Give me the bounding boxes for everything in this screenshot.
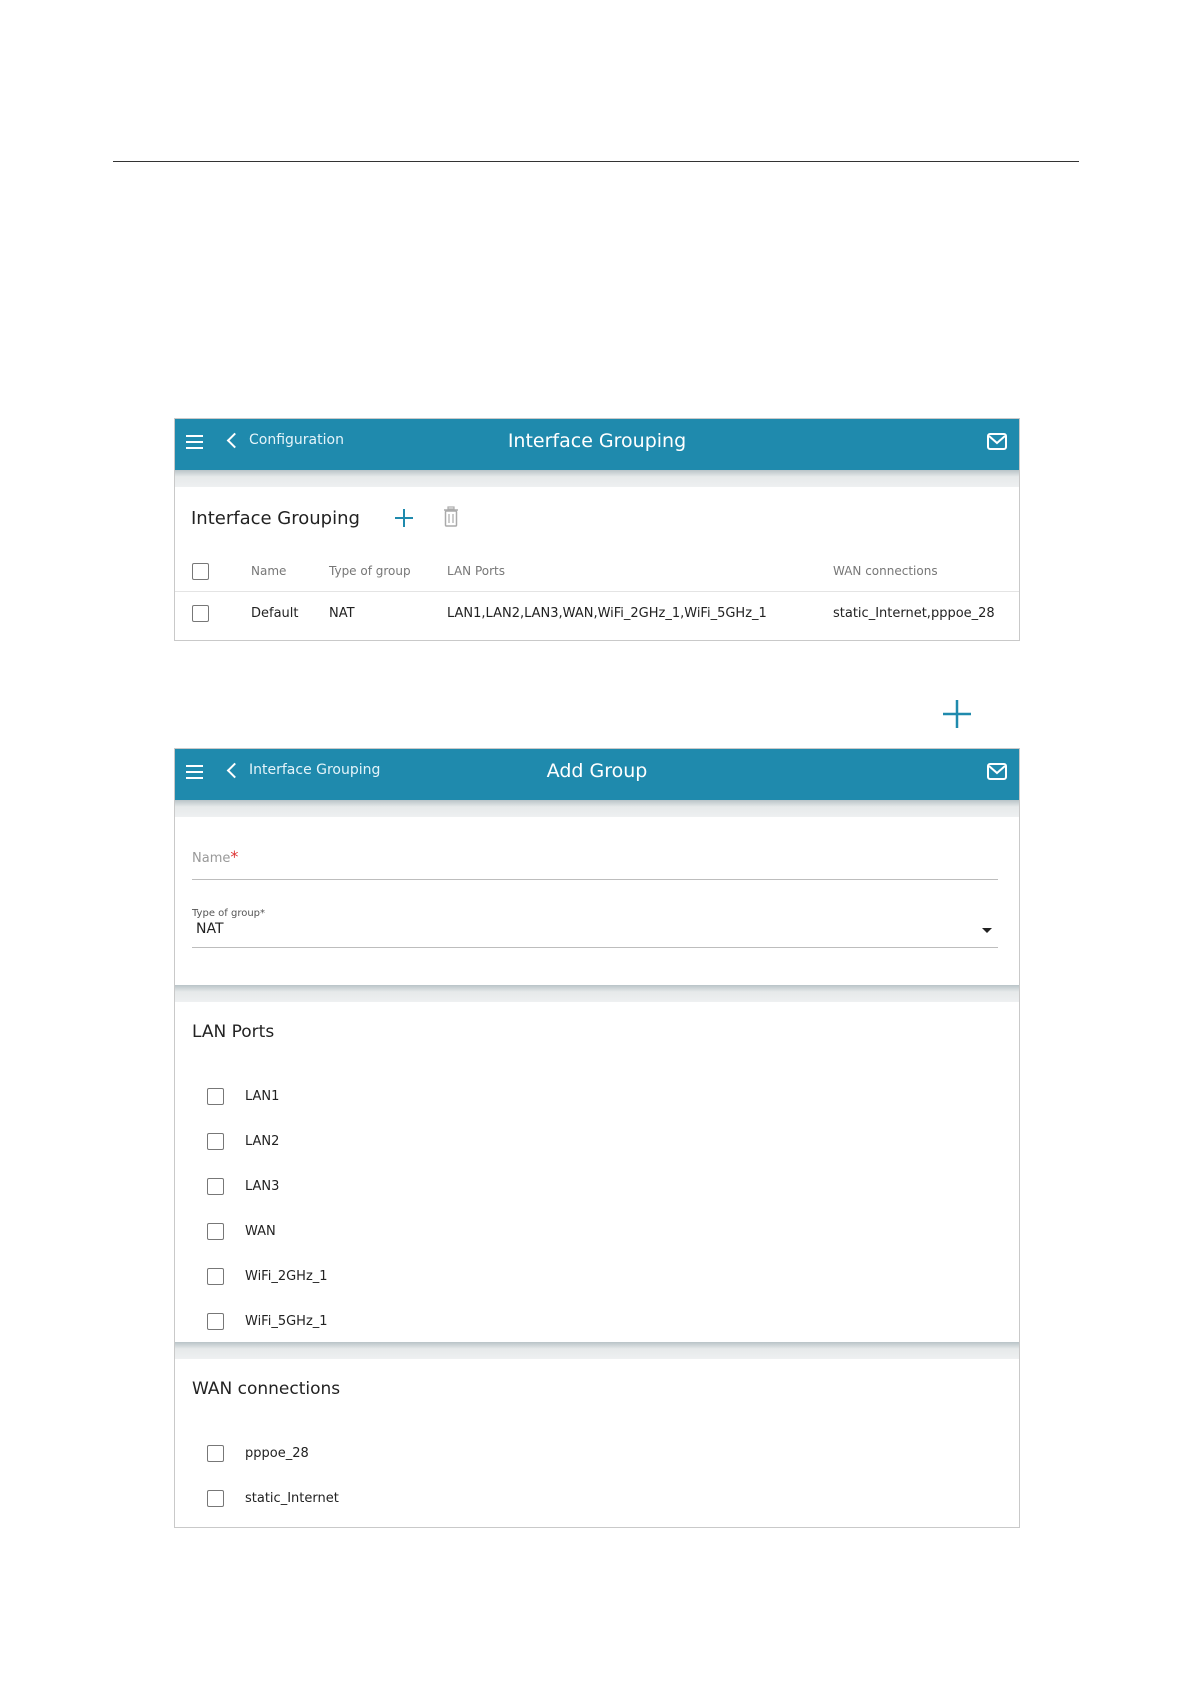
checkbox-icon[interactable] [207,1133,224,1150]
plus-icon [943,700,971,728]
wan-connection-item[interactable]: static_Internet [207,1476,339,1521]
page-divider [113,161,1079,162]
cell-name: Default [251,605,299,621]
lan-port-label: WAN [245,1224,276,1239]
mail-icon[interactable] [987,763,1007,780]
column-header-name: Name [251,551,329,592]
section-separator [175,985,1019,1002]
wan-connection-label: pppoe_28 [245,1446,309,1461]
add-group-screenshot: Interface Grouping Add Group Name* Type … [174,748,1020,1528]
required-mark: * [260,908,266,919]
cell-lan-ports: LAN1,LAN2,LAN3,WAN,WiFi_2GHz_1,WiFi_5GHz… [447,605,767,621]
wan-connection-item[interactable]: pppoe_28 [207,1431,339,1476]
cell-type: NAT [329,605,355,621]
wan-connections-section: WAN connections pppoe_28 static_Internet [175,1359,1019,1519]
lan-port-label: LAN3 [245,1179,280,1194]
top-bar: Configuration Interface Grouping [175,419,1019,470]
lan-port-item[interactable]: WAN [207,1209,328,1254]
lan-port-item[interactable]: LAN1 [207,1074,328,1119]
lan-port-label: LAN1 [245,1089,280,1104]
lan-ports-section: LAN Ports LAN1 LAN2 LAN3 WAN WiFi_2GHz_1 [175,1002,1019,1342]
checkbox-icon[interactable] [207,1223,224,1240]
top-bar: Interface Grouping Add Group [175,749,1019,800]
name-field[interactable]: Name* [192,847,998,880]
lan-port-item[interactable]: LAN3 [207,1164,328,1209]
checkbox-icon[interactable] [207,1490,224,1507]
lan-port-label: WiFi_5GHz_1 [245,1314,328,1329]
required-mark: * [230,847,239,866]
column-header-wan-connections: WAN connections [833,551,1019,592]
column-header-type: Type of group [329,551,447,592]
lan-port-label: LAN2 [245,1134,280,1149]
table-row[interactable]: Default NAT LAN1,LAN2,LAN3,WAN,WiFi_2GHz… [175,592,1019,635]
page-title: Interface Grouping [507,430,687,452]
checkbox-icon[interactable] [207,1313,224,1330]
type-field-label: Type of group [192,908,261,919]
lan-port-label: WiFi_2GHz_1 [245,1269,328,1284]
lan-port-item[interactable]: LAN2 [207,1119,328,1164]
type-field-value: NAT [196,921,224,937]
groups-table: Name Type of group LAN Ports WAN connect… [175,551,1019,634]
checkbox-icon[interactable] [207,1445,224,1462]
checkbox-icon[interactable] [207,1088,224,1105]
cell-wan-connections: static_Internet,pppoe_28 [833,605,995,621]
name-field-label: Name [192,851,231,866]
toolbar-shadow [175,470,1019,487]
mail-icon[interactable] [987,433,1007,450]
lan-port-item[interactable]: WiFi_5GHz_1 [207,1299,328,1344]
section-title: Interface Grouping [191,508,360,529]
lan-ports-list: LAN1 LAN2 LAN3 WAN WiFi_2GHz_1 WiFi_5GHz… [207,1074,328,1344]
column-header-lan-ports: LAN Ports [447,551,833,592]
section-header: Interface Grouping [175,487,1019,551]
toolbar-shadow [175,800,1019,817]
caret-down-icon[interactable] [982,928,992,933]
checkbox-icon[interactable] [207,1178,224,1195]
checkbox-icon[interactable] [207,1268,224,1285]
type-of-group-select[interactable]: Type of group* NAT [192,901,998,948]
plus-icon[interactable] [393,507,415,529]
wan-connection-label: static_Internet [245,1491,339,1506]
wan-connections-title: WAN connections [192,1379,341,1399]
interface-grouping-screenshot: Configuration Interface Grouping Interfa… [174,418,1020,641]
lan-port-item[interactable]: WiFi_2GHz_1 [207,1254,328,1299]
page-title: Add Group [546,760,648,782]
select-all-checkbox[interactable] [192,562,209,580]
table-header-row: Name Type of group LAN Ports WAN connect… [175,551,1019,592]
group-form: Name* Type of group* NAT [175,817,1019,985]
trash-icon[interactable] [443,506,459,528]
section-separator [175,1342,1019,1359]
row-checkbox[interactable] [192,604,209,622]
lan-ports-title: LAN Ports [192,1022,275,1042]
wan-connections-list: pppoe_28 static_Internet [207,1431,339,1521]
